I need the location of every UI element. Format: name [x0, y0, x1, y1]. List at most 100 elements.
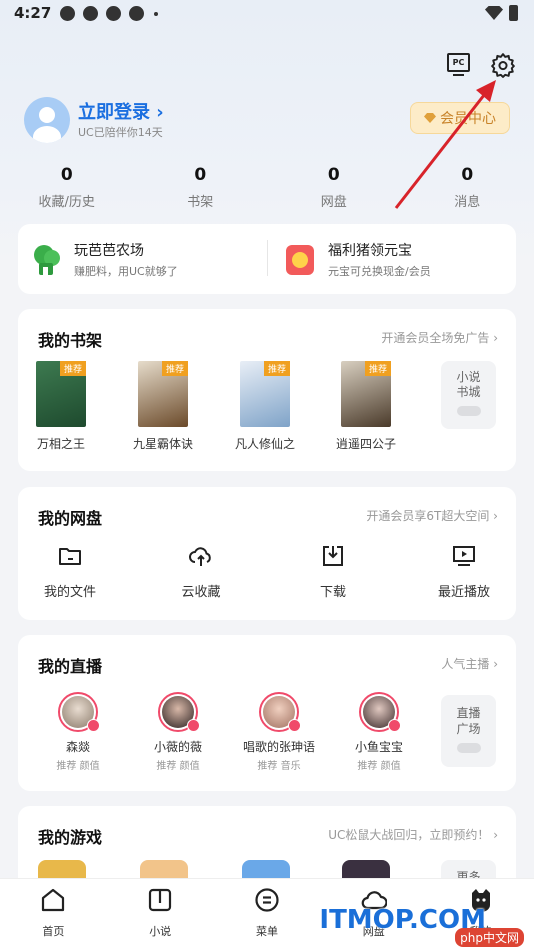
wifi-icon: [485, 6, 503, 20]
streamer-item[interactable]: 森燚 推荐 颜值: [33, 692, 123, 772]
streamer-tags: 推荐 音乐: [257, 761, 301, 772]
streamer-item[interactable]: 唱歌的张珅语 推荐 音乐: [234, 692, 324, 772]
pill-indicator: [456, 743, 481, 753]
streamer-avatar: [158, 692, 200, 732]
streamer-name: 小鱼宝宝: [354, 740, 403, 754]
book-cover: 推荐: [240, 361, 290, 427]
button-line: 小说: [456, 370, 481, 384]
folder-icon: [59, 548, 81, 565]
button-line: 直播: [456, 706, 481, 720]
play-icon: [453, 546, 475, 566]
vip-no-ads-link[interactable]: 开通会员全场免广告 ›: [381, 329, 498, 346]
book-cover: 推荐: [36, 361, 86, 427]
popular-streamers-link[interactable]: 人气主播 ›: [441, 655, 498, 672]
book-title: 万相之王: [36, 437, 85, 451]
streamer-tags: 推荐 颜值: [357, 761, 401, 772]
recommend-tag: 推荐: [59, 361, 86, 376]
nav-menu[interactable]: 菜单: [214, 879, 321, 950]
button-line: 广场: [456, 722, 481, 736]
stat-label: 书架: [187, 195, 214, 210]
streamer-name: 森燚: [65, 740, 90, 754]
disk-item-label: 下载: [319, 585, 346, 600]
live-badge-icon: [388, 719, 401, 732]
recent-play-button[interactable]: 最近播放: [419, 544, 509, 600]
annotation-arrow: [394, 80, 496, 209]
login-link[interactable]: 立即登录 ›: [78, 98, 164, 124]
nav-home[interactable]: 首页: [0, 879, 107, 950]
stat-value: 0: [327, 165, 340, 185]
system-status: [485, 5, 518, 21]
promo-subtitle: 元宝可兑换现金/会员: [328, 265, 431, 278]
stat-label: 网盘: [320, 195, 347, 210]
app-notification-icon: [83, 6, 98, 21]
home-icon: [42, 888, 65, 912]
disk-item-label: 最近播放: [437, 585, 490, 600]
stat-value: 0: [194, 165, 207, 185]
nav-label: 菜单: [255, 925, 278, 938]
cloud-favorites-button[interactable]: 云收藏: [156, 544, 246, 600]
app-notification-icon: [106, 6, 121, 21]
more-notifications-icon: [154, 11, 158, 16]
stat-label: 收藏/历史: [38, 195, 95, 210]
live-plaza-button[interactable]: 直播 广场: [441, 695, 496, 767]
stat-favorites[interactable]: 0 收藏/历史: [0, 165, 134, 210]
book-item[interactable]: 推荐 九星霸体诀: [123, 361, 203, 452]
vip-storage-link[interactable]: 开通会员享6T超大空间 ›: [366, 507, 498, 524]
status-time: 4:27: [14, 4, 52, 22]
watermark-badge: php中文网: [455, 928, 524, 947]
promo-title: 玩芭芭农场: [74, 243, 144, 259]
book-title: 逍遥四公子: [335, 437, 396, 451]
live-card: 我的直播 人气主播 › 森燚 推荐 颜值 小薇的薇 推荐 颜值 唱歌的张珅语 推…: [18, 635, 516, 791]
book-item[interactable]: 推荐 逍遥四公子: [326, 361, 406, 452]
pill-indicator: [456, 406, 481, 416]
piggy-bank-icon: [286, 244, 314, 275]
section-title: 我的游戏: [38, 828, 103, 847]
my-files-button[interactable]: 我的文件: [25, 544, 115, 600]
farm-tree-icon: [34, 244, 60, 275]
chevron-right-icon: ›: [156, 102, 164, 123]
download-icon: [323, 546, 343, 566]
section-title: 我的直播: [38, 657, 103, 676]
streamer-tags: 推荐 颜值: [56, 761, 100, 772]
cloud-disk-card: 我的网盘 开通会员享6T超大空间 › 我的文件 云收藏 下载 最近播放: [18, 487, 516, 620]
streamer-name: 小薇的薇: [153, 740, 202, 754]
companion-days: UC已陪伴你14天: [78, 126, 163, 139]
pig-promo[interactable]: 福利猪领元宝 元宝可兑换现金/会员: [284, 240, 431, 279]
streamer-tags: 推荐 颜值: [156, 761, 200, 772]
nav-label: 首页: [42, 925, 65, 938]
book-item[interactable]: 推荐 万相之王: [21, 361, 101, 452]
section-title: 我的网盘: [38, 509, 103, 528]
pc-icon[interactable]: PC: [447, 53, 470, 76]
streamer-item[interactable]: 小鱼宝宝 推荐 颜值: [334, 692, 424, 772]
battery-icon: [509, 5, 518, 21]
stat-value: 0: [60, 165, 73, 185]
book-title: 凡人修仙之: [234, 437, 295, 451]
recommend-tag: 推荐: [161, 361, 188, 376]
divider: [267, 240, 268, 276]
nav-novel[interactable]: 小说: [107, 879, 214, 950]
streamer-avatar: [58, 692, 100, 732]
nav-label: 小说: [149, 925, 172, 938]
promo-subtitle: 赚肥料，用UC就够了: [74, 265, 178, 278]
login-label: 立即登录: [78, 102, 150, 123]
app-notification-icon: [60, 6, 75, 21]
live-badge-icon: [187, 719, 200, 732]
streamer-name: 唱歌的张珅语: [242, 740, 315, 754]
disk-item-label: 我的文件: [43, 585, 96, 600]
book-cover: 推荐: [341, 361, 391, 427]
section-title: 我的书架: [38, 331, 103, 350]
stat-bookshelf[interactable]: 0 书架: [134, 165, 268, 210]
avatar[interactable]: [24, 97, 70, 143]
book-item[interactable]: 推荐 凡人修仙之: [225, 361, 305, 452]
game-promo-link[interactable]: UC松鼠大战回归，立即预约！ ›: [328, 826, 498, 843]
download-button[interactable]: 下载: [288, 544, 378, 600]
notification-icons: [60, 6, 158, 21]
menu-icon: [255, 888, 279, 912]
stat-cloud-disk[interactable]: 0 网盘: [267, 165, 401, 210]
farm-promo[interactable]: 玩芭芭农场 赚肥料，用UC就够了: [30, 240, 178, 279]
novel-city-button[interactable]: 小说 书城: [441, 361, 496, 429]
streamer-avatar: [359, 692, 401, 732]
recommend-tag: 推荐: [364, 361, 391, 376]
book-icon: [149, 888, 172, 912]
streamer-item[interactable]: 小薇的薇 推荐 颜值: [133, 692, 223, 772]
